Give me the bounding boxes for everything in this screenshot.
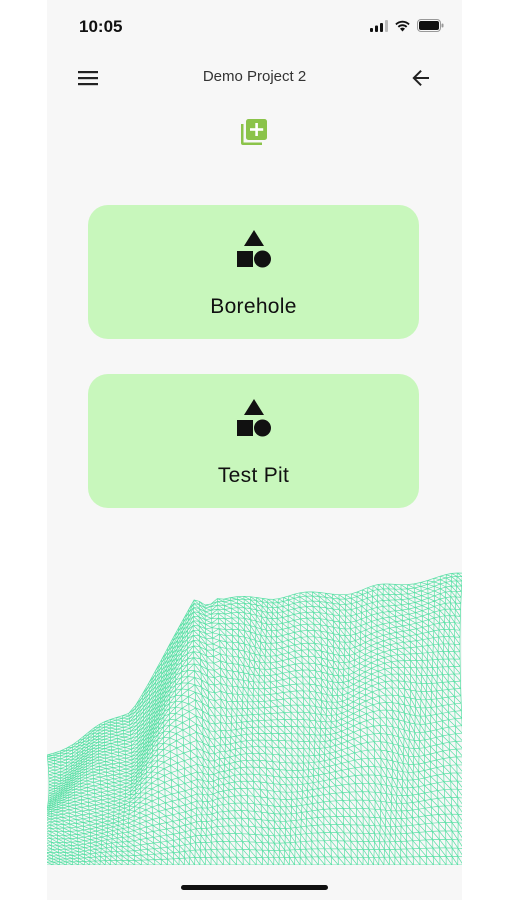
library-add-icon [241,119,267,145]
borehole-card[interactable]: Borehole [88,205,419,339]
battery-icon [417,19,444,32]
signal-icon [370,19,388,32]
shapes-icon [237,399,271,437]
status-icons [370,19,444,32]
status-time: 10:05 [79,17,123,36]
status-bar: 10:05 [47,0,462,54]
back-button[interactable] [408,66,434,90]
borehole-label: Borehole [210,295,297,318]
test-pit-label: Test Pit [217,464,290,487]
arrow-back-icon [412,70,429,86]
test-pit-card[interactable]: Test Pit [88,374,419,508]
page-title: Demo Project 2 [202,68,307,85]
home-indicator [181,885,328,890]
app-screen: 10:05 Demo Project 2 Borehole Test Pit [47,0,462,900]
wifi-icon [395,20,410,31]
terrain-mesh-illustration [47,572,462,865]
add-item-button[interactable] [238,116,270,148]
shapes-icon [237,230,271,268]
app-bar: Demo Project 2 [47,54,462,102]
terrain-mesh-lines [47,572,462,865]
